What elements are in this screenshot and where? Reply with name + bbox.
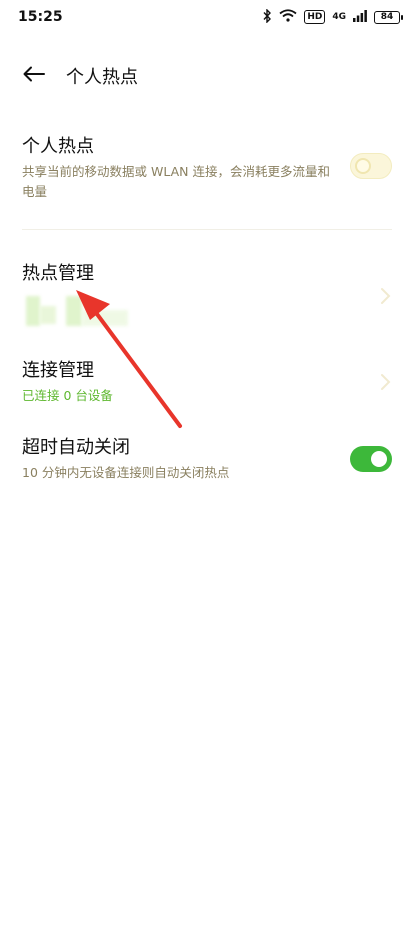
auto-close-switch[interactable] [350,446,392,472]
status-time: 15:25 [18,9,63,25]
hotspot-toggle-row[interactable]: 个人热点 共享当前的移动数据或 WLAN 连接，会消耗更多流量和电量 [22,134,398,202]
auto-close-title: 超时自动关闭 [22,437,130,458]
redacted-blur [82,310,128,326]
redacted-blur [26,296,40,326]
hotspot-description: 共享当前的移动数据或 WLAN 连接，会消耗更多流量和电量 [22,164,330,199]
chevron-right-icon [380,287,392,305]
hotspot-management-title: 热点管理 [22,263,94,284]
auto-close-description: 10 分钟内无设备连接则自动关闭热点 [22,465,230,480]
auto-close-row[interactable]: 超时自动关闭 10 分钟内无设备连接则自动关闭热点 [22,435,398,483]
hotspot-title: 个人热点 [22,136,94,157]
chevron-right-icon [380,373,392,391]
switch-knob [371,451,387,467]
battery-level: 84 [380,12,394,22]
battery-icon: 84 [374,10,403,24]
switch-knob [355,158,371,174]
wifi-icon [279,9,297,25]
status-bar: 15:25 HD 4G 84 [0,0,418,34]
4g-signal-icon: 4G [332,11,346,22]
redacted-blur [40,306,56,324]
hd-icon: HD [304,10,326,24]
arrow-left-icon [23,66,45,86]
bluetooth-icon [262,7,272,26]
signal-icon [353,9,367,25]
redacted-blur [66,296,82,326]
network-label: 4G [332,11,346,22]
connected-devices-status: 已连接 0 台设备 [22,388,113,403]
status-icons: HD 4G 84 [262,7,403,26]
header: 个人热点 [0,56,418,96]
back-button[interactable] [20,62,48,90]
hotspot-switch[interactable] [350,153,392,179]
divider [22,229,392,230]
page-title: 个人热点 [66,67,138,88]
connection-management-row[interactable]: 连接管理 已连接 0 台设备 [22,358,398,406]
connection-management-title: 连接管理 [22,360,94,381]
